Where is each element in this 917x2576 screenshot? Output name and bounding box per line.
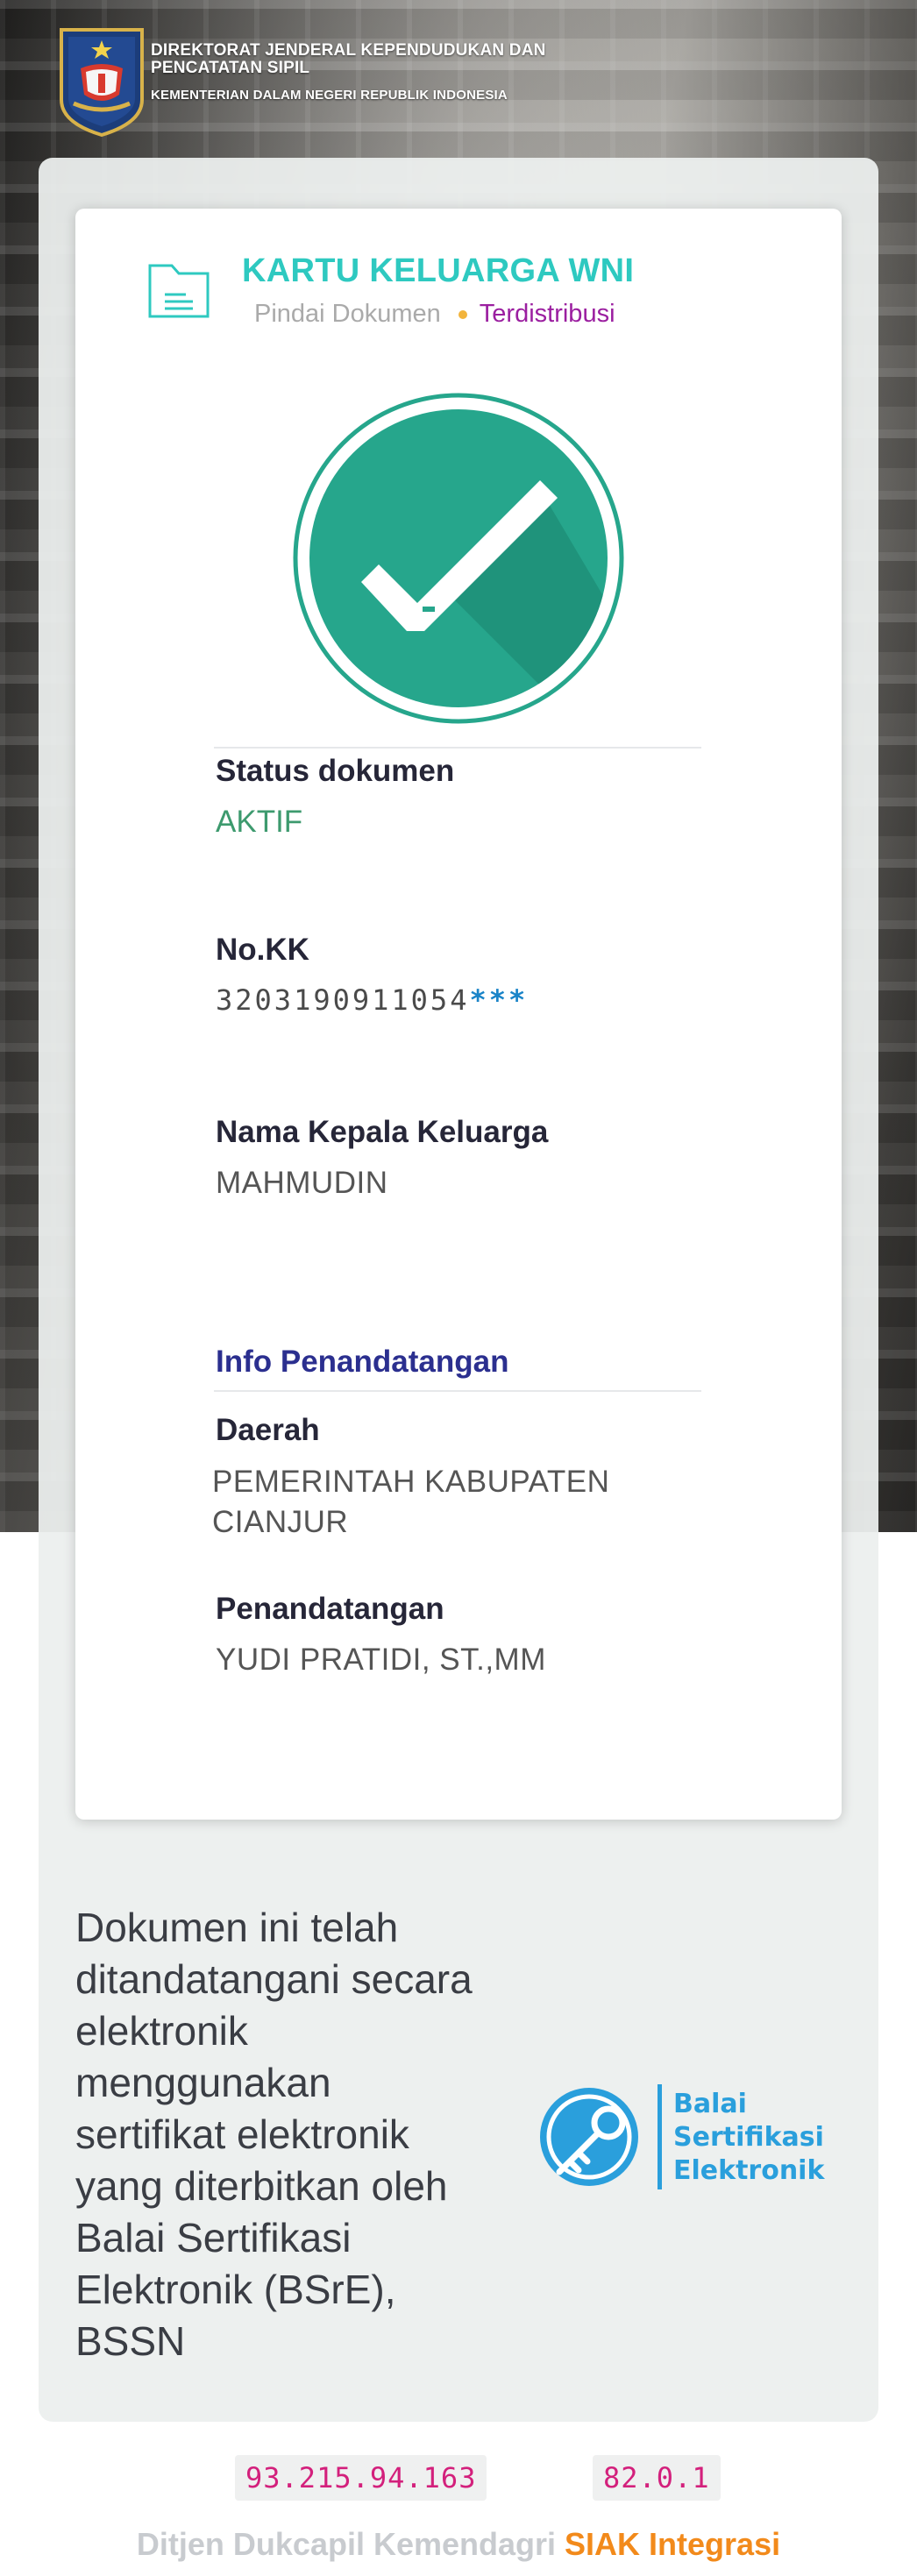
- check-circle-icon: [293, 393, 624, 724]
- status-label: Status dokumen: [216, 754, 455, 788]
- kk-number-value: 3203190911054***: [216, 983, 528, 1017]
- bsre-divider: [658, 2084, 662, 2189]
- version-badge: 82.0.1: [593, 2455, 721, 2501]
- ministry-subtitle: KEMENTERIAN DALAM NEGERI REPUBLIK INDONE…: [151, 88, 508, 103]
- bsre-text-line1: Balai: [673, 2089, 747, 2119]
- footer: Ditjen Dukcapil Kemendagri SIAK Integras…: [0, 2526, 917, 2563]
- region-value-line1: PEMERINTAH KABUPATEN: [212, 1465, 610, 1499]
- status-value: AKTIF: [216, 805, 303, 839]
- family-head-label: Nama Kepala Keluarga: [216, 1115, 549, 1149]
- kk-number-mask: ***: [469, 983, 529, 1017]
- notice-line: Dokumen ini telah: [75, 1905, 399, 1950]
- kk-number-label: No.KK: [216, 933, 309, 967]
- bsre-text-line2: Sertifikasi: [673, 2122, 824, 2153]
- agency-title-line1: DIREKTORAT JENDERAL KEPENDUDUKAN DAN: [151, 41, 546, 60]
- family-head-value: MAHMUDIN: [216, 1166, 388, 1200]
- step-separator-dot: [458, 309, 467, 319]
- document-progress: Pindai Dokumen Terdistribusi: [254, 300, 615, 329]
- region-label: Daerah: [216, 1413, 320, 1447]
- notice-line: Elektronik (BSrE),: [75, 2267, 396, 2312]
- kk-number-digits: 3203190911054: [216, 983, 470, 1017]
- e-signature-notice: Dokumen ini telah ditandatangani secara …: [75, 1902, 531, 2367]
- step-scan: Pindai Dokumen: [254, 300, 441, 328]
- signer-label: Penandatangan: [216, 1592, 444, 1626]
- agency-header: DIREKTORAT JENDERAL KEPENDUDUKAN DAN PEN…: [58, 25, 546, 137]
- divider-top: [214, 747, 701, 749]
- notice-line: ditandatangani secara: [75, 1956, 473, 2002]
- region-value-line2: CIANJUR: [212, 1505, 349, 1539]
- ip-address-badge: 93.215.94.163: [235, 2455, 487, 2501]
- notice-line: Balai Sertifikasi: [75, 2215, 352, 2260]
- footer-org: Ditjen Dukcapil Kemendagri: [136, 2526, 557, 2562]
- document-title: KARTU KELUARGA WNI: [242, 252, 635, 289]
- notice-line: sertifikat elektronik: [75, 2111, 409, 2157]
- region-value: PEMERINTAH KABUPATEN CIANJUR: [212, 1462, 609, 1543]
- signer-value: YUDI PRATIDI, ST.,MM: [216, 1643, 546, 1677]
- footer-product-link[interactable]: SIAK Integrasi: [565, 2526, 780, 2562]
- folder-document-icon: [148, 264, 210, 318]
- notice-line: elektronik: [75, 2008, 248, 2054]
- signing-section-title: Info Penandatangan: [216, 1345, 509, 1379]
- key-circle-icon: [540, 2088, 638, 2186]
- divider-signing: [214, 1390, 701, 1392]
- notice-line: BSSN: [75, 2318, 186, 2364]
- garuda-emblem-icon: [60, 28, 144, 137]
- notice-line: yang diterbitkan oleh: [75, 2163, 448, 2209]
- bsre-text-line3: Elektronik: [673, 2155, 825, 2186]
- agency-title-line2: PENCATATAN SIPIL: [151, 59, 310, 77]
- document-card: KARTU KELUARGA WNI Pindai Dokumen Terdis…: [75, 209, 842, 1820]
- step-distributed: Terdistribusi: [479, 300, 615, 328]
- bsre-logo: Balai Sertifikasi Elektronik: [540, 2084, 825, 2189]
- notice-line: menggunakan: [75, 2060, 331, 2105]
